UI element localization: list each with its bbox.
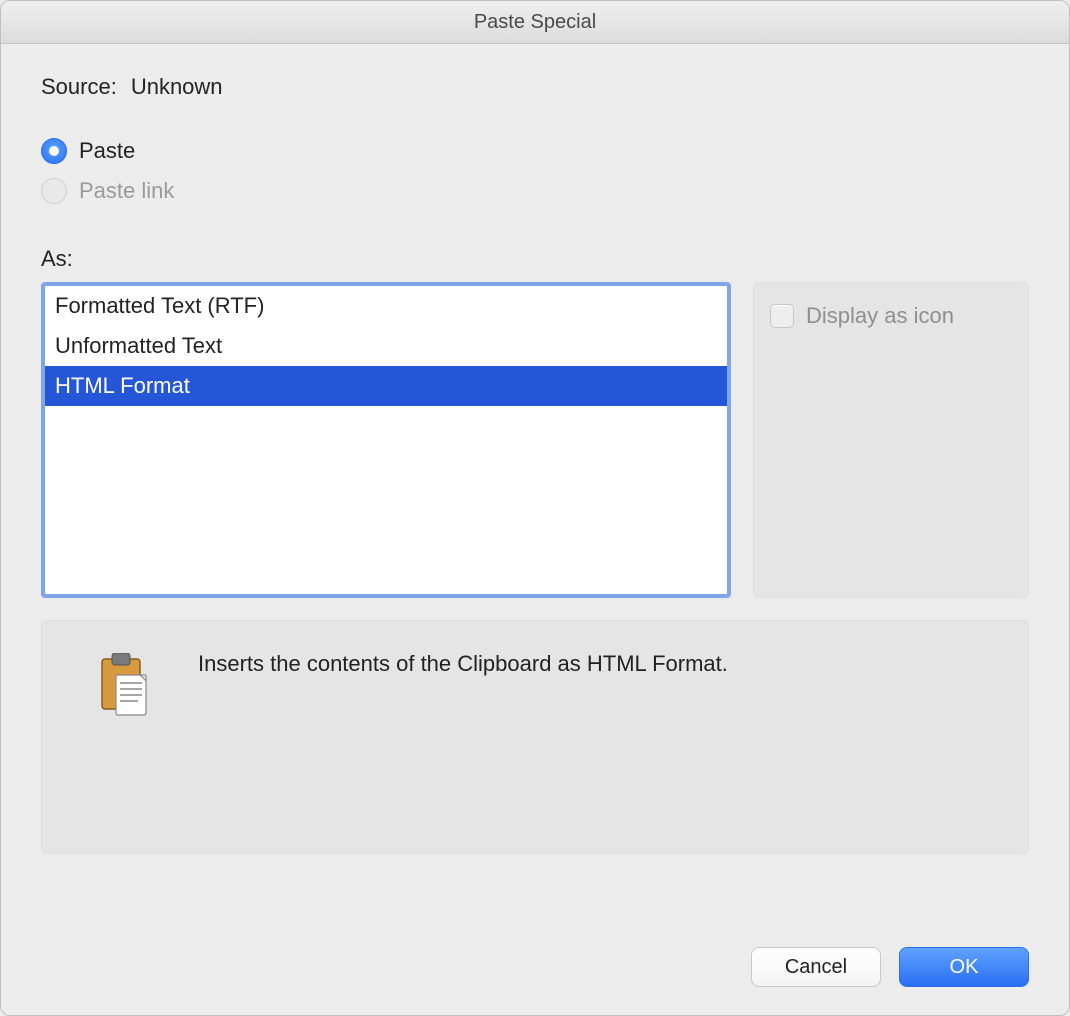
ok-button[interactable]: OK <box>899 947 1029 987</box>
radio-paste-label: Paste <box>79 138 135 164</box>
window-title: Paste Special <box>474 11 596 34</box>
display-option-panel: Display as icon <box>753 282 1029 598</box>
radio-paste-link-label: Paste link <box>79 178 174 204</box>
dialog-footer: Cancel OK <box>1 925 1069 1015</box>
source-value: Unknown <box>131 74 223 100</box>
format-listbox[interactable]: Formatted Text (RTF)Unformatted TextHTML… <box>41 282 731 598</box>
format-option[interactable]: Unformatted Text <box>45 326 727 366</box>
display-as-icon-label: Display as icon <box>806 303 954 329</box>
mid-row: Formatted Text (RTF)Unformatted TextHTML… <box>41 282 1029 598</box>
description-text: Inserts the contents of the Clipboard as… <box>198 649 728 825</box>
radio-paste-row[interactable]: Paste <box>41 138 1029 164</box>
cancel-button-label: Cancel <box>785 956 847 979</box>
paste-mode-radios: Paste Paste link <box>41 138 1029 218</box>
clipboard-paste-icon <box>98 653 152 825</box>
dialog-content: Source: Unknown Paste Paste link As: For… <box>1 44 1069 925</box>
format-option[interactable]: Formatted Text (RTF) <box>45 286 727 326</box>
radio-paste[interactable] <box>41 138 67 164</box>
paste-special-dialog: Paste Special Source: Unknown Paste Past… <box>0 0 1070 1016</box>
ok-button-label: OK <box>950 956 979 979</box>
titlebar: Paste Special <box>1 1 1069 44</box>
radio-paste-link-row: Paste link <box>41 178 1029 204</box>
display-as-icon-row: Display as icon <box>770 303 1012 329</box>
display-as-icon-checkbox <box>770 304 794 328</box>
as-label: As: <box>41 246 1029 272</box>
source-label: Source: <box>41 74 117 100</box>
cancel-button[interactable]: Cancel <box>751 947 881 987</box>
description-panel: Inserts the contents of the Clipboard as… <box>41 620 1029 854</box>
radio-paste-link <box>41 178 67 204</box>
format-option[interactable]: HTML Format <box>45 366 727 406</box>
source-row: Source: Unknown <box>41 74 1029 100</box>
